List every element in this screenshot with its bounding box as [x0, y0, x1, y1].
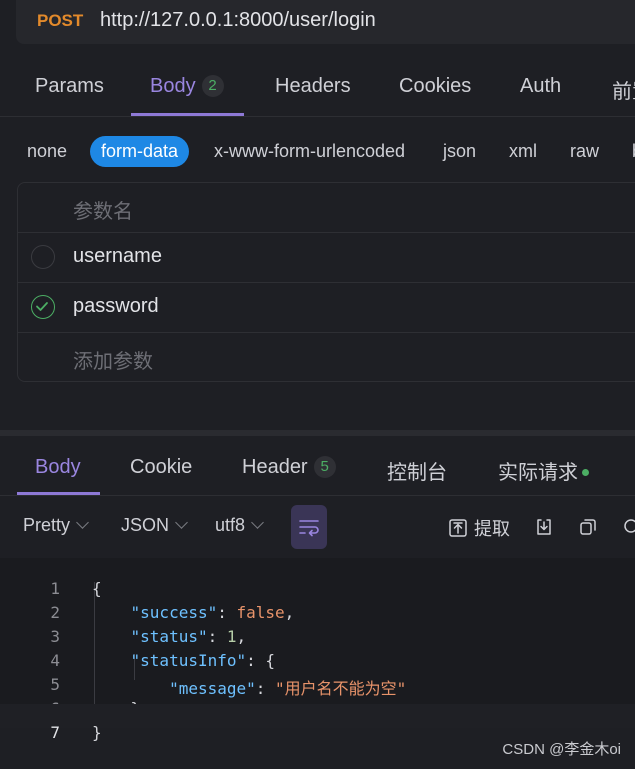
status-dot [582, 469, 589, 476]
search-icon[interactable] [622, 517, 635, 537]
param-name[interactable]: password [73, 295, 159, 318]
tab-auth[interactable]: Auth [520, 75, 561, 98]
tab-response-header[interactable]: Header 5 [242, 456, 336, 479]
code-line-current: 7} [0, 704, 635, 742]
table-row[interactable]: username [18, 233, 635, 283]
params-table: 参数名 username password 添加参数 [17, 182, 635, 382]
add-param-placeholder[interactable]: 添加参数 [73, 345, 153, 374]
divider [0, 116, 635, 117]
response-toolbar: Pretty JSON utf8 提取 [0, 505, 635, 549]
chevron-down-icon [175, 516, 188, 529]
url-input[interactable]: http://127.0.0.1:8000/user/login [100, 9, 376, 32]
body-type-raw[interactable]: raw [570, 141, 599, 162]
param-name-header: 参数名 [73, 201, 133, 223]
tab-response-body[interactable]: Body [35, 456, 81, 479]
panel-resize-handle[interactable] [0, 430, 635, 436]
table-row[interactable]: password [18, 283, 635, 333]
download-icon[interactable] [534, 517, 554, 537]
row-checkbox[interactable] [31, 245, 55, 269]
tab-actual-request[interactable]: 实际请求 [498, 456, 589, 485]
row-checkbox-checked[interactable] [31, 295, 55, 319]
code-line: 2 "success": false, [50, 603, 295, 622]
check-icon [36, 302, 48, 311]
response-tabs: Body Cookie Header 5 控制台 实际请求 [0, 437, 635, 495]
tab-response-cookie[interactable]: Cookie [130, 456, 192, 479]
format-select[interactable]: Pretty [23, 515, 89, 536]
code-line: 6 } [0, 680, 635, 718]
param-name[interactable]: username [73, 245, 162, 268]
chevron-down-icon [251, 516, 264, 529]
code-line: 1{ [50, 579, 102, 598]
tab-console[interactable]: 控制台 [387, 456, 447, 485]
code-line: 4 "statusInfo": { [50, 651, 276, 670]
tab-headers[interactable]: Headers [275, 75, 351, 98]
code-line: 5 "message": "用户名不能为空" [50, 675, 407, 698]
header-count-badge: 5 [313, 456, 336, 478]
encoding-select[interactable]: utf8 [215, 515, 264, 536]
http-method[interactable]: POST [37, 11, 83, 31]
tab-pre-request[interactable]: 前置 [612, 75, 635, 104]
divider [0, 495, 635, 496]
response-code-viewer[interactable]: 1{ 2 "success": false, 3 "status": 1, 4 … [0, 558, 635, 742]
tab-cookies[interactable]: Cookies [399, 75, 471, 98]
code-line: 3 "status": 1, [50, 627, 247, 646]
extract-button[interactable]: 提取 [448, 515, 510, 541]
extract-icon [449, 519, 467, 537]
word-wrap-button[interactable] [291, 505, 327, 549]
add-param-row[interactable]: 添加参数 [18, 333, 635, 382]
request-tabs: Params Body2 Headers Cookies Auth 前置 [0, 56, 635, 116]
chevron-down-icon [76, 516, 89, 529]
copy-icon[interactable] [578, 517, 598, 537]
wrap-icon [299, 520, 319, 537]
body-type-urlencoded[interactable]: x-www-form-urlencoded [214, 141, 405, 162]
table-header-row: 参数名 [18, 183, 635, 233]
body-type-none[interactable]: none [27, 141, 67, 162]
body-type-json[interactable]: json [443, 141, 476, 162]
body-type-selector: none form-data x-www-form-urlencoded jso… [0, 136, 635, 168]
body-count-badge: 2 [201, 75, 224, 97]
watermark: CSDN @李金木oi [502, 741, 621, 758]
language-select[interactable]: JSON [121, 515, 188, 536]
tab-body[interactable]: Body 2 [150, 75, 224, 98]
tab-params[interactable]: Params [35, 75, 104, 98]
body-type-form-data[interactable]: form-data [90, 136, 190, 167]
body-type-xml[interactable]: xml [509, 141, 537, 162]
